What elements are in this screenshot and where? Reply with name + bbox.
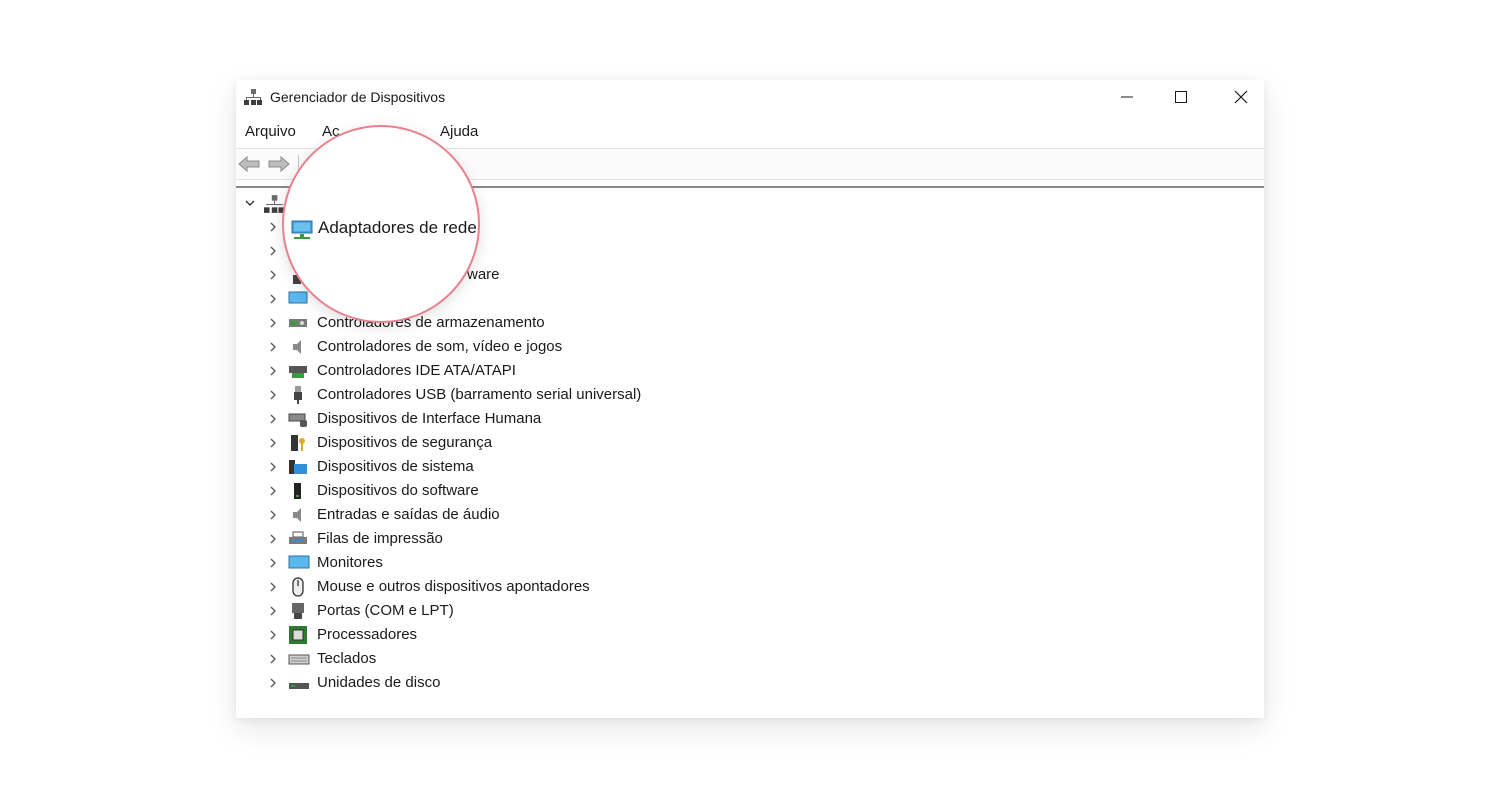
chevron-right-icon[interactable] xyxy=(268,220,278,232)
monitor-icon xyxy=(288,553,310,573)
tree-item[interactable]: Filas de impressão xyxy=(236,528,836,550)
chevron-right-icon[interactable] xyxy=(268,340,278,352)
tree-item[interactable]: Monitores xyxy=(236,552,836,574)
maximize-icon xyxy=(1175,91,1187,103)
chevron-right-icon[interactable] xyxy=(268,316,278,328)
chevron-down-icon[interactable] xyxy=(244,196,256,214)
back-arrow-icon xyxy=(238,155,260,173)
tree-item[interactable]: Controladores USB (barramento serial uni… xyxy=(236,384,836,406)
tree-item[interactable]: Dispositivos de sistema xyxy=(236,456,836,478)
close-button[interactable] xyxy=(1212,80,1270,114)
chevron-right-icon[interactable] xyxy=(268,628,278,640)
tree-item[interactable]: Controladores de som, vídeo e jogos xyxy=(236,336,836,358)
tree-item-label: Dispositivos de Interface Humana xyxy=(317,410,542,427)
tree-item[interactable]: Processadores xyxy=(236,624,836,646)
tree-item[interactable]: Mouse e outros dispositivos apontadores xyxy=(236,576,836,598)
chevron-right-icon[interactable] xyxy=(268,460,278,472)
printer-icon xyxy=(288,529,308,549)
menu-ajuda[interactable]: Ajuda xyxy=(440,123,478,140)
chevron-right-icon[interactable] xyxy=(268,652,278,664)
storage-controller-icon xyxy=(288,313,308,333)
chevron-right-icon[interactable] xyxy=(268,508,278,520)
tree-item[interactable]: Dispositivos do software xyxy=(236,480,836,502)
chevron-right-icon[interactable] xyxy=(268,556,278,568)
title-bar: Gerenciador de Dispositivos xyxy=(236,80,1264,116)
tree-item[interactable]: Dispositivos de Interface Humana xyxy=(236,408,836,430)
tree-item-label: Dispositivos de sistema xyxy=(317,458,474,475)
tree-item[interactable]: Teclados xyxy=(236,648,836,670)
chevron-right-icon[interactable] xyxy=(268,244,278,256)
ide-controller-icon xyxy=(288,361,308,381)
tree-item[interactable]: Controladores de armazenamento xyxy=(236,312,836,334)
tree-item-label: Unidades de disco xyxy=(317,674,441,691)
security-device-icon xyxy=(288,433,308,453)
back-button[interactable] xyxy=(238,155,260,173)
magnified-item-label: Adaptadores de rede xyxy=(318,218,477,237)
tree-item-label: Teclados xyxy=(317,650,377,667)
tree-item-label: ware xyxy=(467,266,500,283)
minimize-icon xyxy=(1121,96,1133,98)
system-folder-icon xyxy=(288,457,308,477)
forward-button[interactable] xyxy=(268,155,290,173)
software-device-icon xyxy=(288,481,308,501)
network-adapter-icon xyxy=(290,219,314,241)
chevron-right-icon[interactable] xyxy=(268,676,278,688)
chevron-right-icon[interactable] xyxy=(268,412,278,424)
tree-item-label: Entradas e saídas de áudio xyxy=(317,506,500,523)
display-adapter-icon xyxy=(288,289,308,309)
usb-icon xyxy=(288,385,308,405)
processor-icon xyxy=(288,625,308,645)
chevron-right-icon[interactable] xyxy=(268,484,278,496)
close-icon xyxy=(1234,90,1248,104)
window-title: Gerenciador de Dispositivos xyxy=(270,89,446,105)
tree-item[interactable]: Dispositivos de segurança xyxy=(236,432,836,454)
chevron-right-icon[interactable] xyxy=(268,388,278,400)
tree-item-label: Processadores xyxy=(317,626,418,643)
keyboard-icon xyxy=(288,649,310,669)
chevron-right-icon[interactable] xyxy=(268,580,278,592)
tree-item[interactable]: Portas (COM e LPT) xyxy=(236,600,836,622)
chevron-right-icon[interactable] xyxy=(268,268,278,280)
tree-item-label: Monitores xyxy=(317,554,383,571)
forward-arrow-icon xyxy=(268,155,290,173)
audio-io-icon xyxy=(288,505,308,525)
tree-item-label: Dispositivos de segurança xyxy=(317,434,493,451)
magnifier-callout: Adaptadores de rede xyxy=(282,125,480,323)
speaker-icon xyxy=(288,337,308,357)
minimize-button[interactable] xyxy=(1098,80,1156,114)
menu-arquivo[interactable]: Arquivo xyxy=(245,123,296,140)
chevron-right-icon[interactable] xyxy=(268,532,278,544)
tree-item-label: Mouse e outros dispositivos apontadores xyxy=(317,578,590,595)
maximize-button[interactable] xyxy=(1152,80,1210,114)
tree-item-label: Controladores USB (barramento serial uni… xyxy=(317,386,642,403)
port-icon xyxy=(288,601,308,621)
tree-item-label: Portas (COM e LPT) xyxy=(317,602,454,619)
tree-item[interactable]: Unidades de disco xyxy=(236,672,836,694)
tree-item-label: Filas de impressão xyxy=(317,530,443,547)
tree-item[interactable]: Controladores IDE ATA/ATAPI xyxy=(236,360,836,382)
chevron-right-icon[interactable] xyxy=(268,364,278,376)
chevron-right-icon[interactable] xyxy=(268,604,278,616)
tree-item-label: Controladores IDE ATA/ATAPI xyxy=(317,362,516,379)
tree-item-label: Dispositivos do software xyxy=(317,482,479,499)
device-manager-app-icon xyxy=(244,88,262,106)
disk-drive-icon xyxy=(288,673,309,693)
tree-item[interactable]: Entradas e saídas de áudio xyxy=(236,504,836,526)
mouse-icon xyxy=(288,577,308,597)
tree-item-label: Controladores de som, vídeo e jogos xyxy=(317,338,563,355)
chevron-right-icon[interactable] xyxy=(268,436,278,448)
hid-icon xyxy=(288,409,308,429)
chevron-right-icon[interactable] xyxy=(268,292,278,304)
